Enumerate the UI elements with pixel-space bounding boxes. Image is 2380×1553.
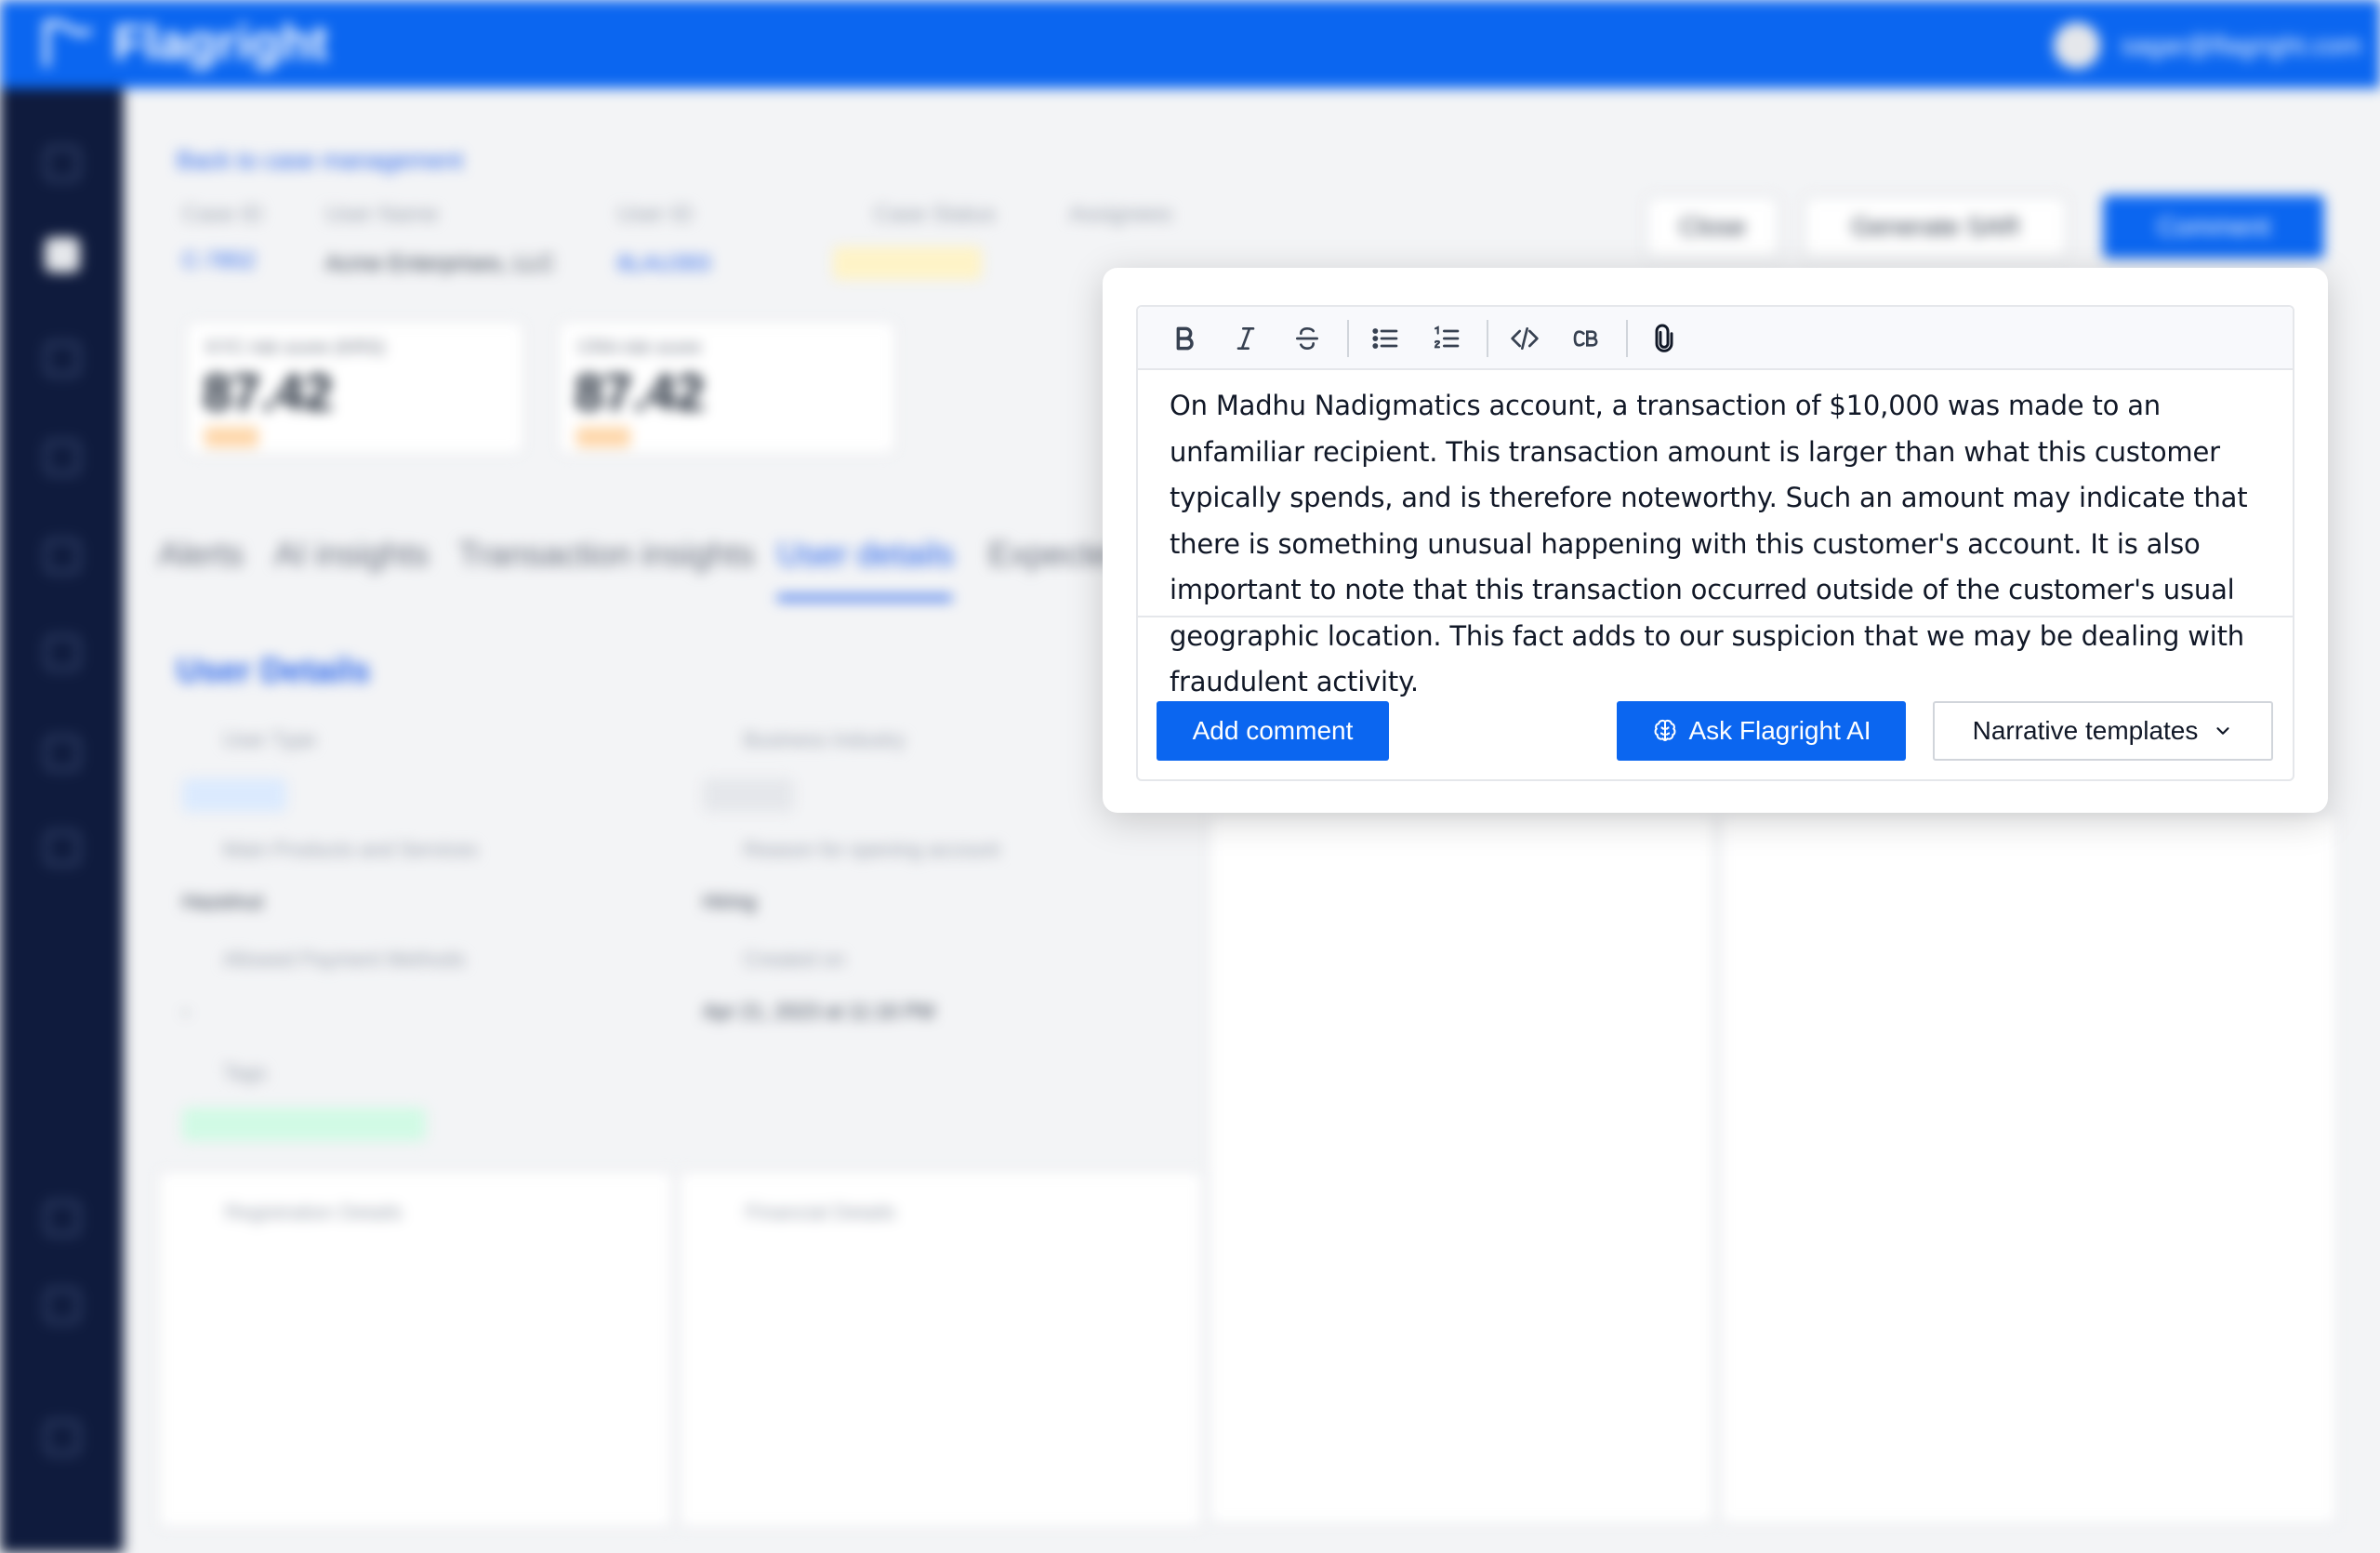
user-type-chip <box>182 778 286 812</box>
users-icon[interactable] <box>45 440 80 475</box>
comment-popup: On Madhu Nadigmatics account, a transact… <box>1103 268 2328 813</box>
registration-panel: Registration Details <box>158 1171 673 1528</box>
toolbar-divider <box>1347 320 1349 357</box>
financial-panel: Financial Details <box>679 1171 1203 1528</box>
panel-title: Registration Details <box>225 1201 403 1224</box>
avatar <box>2054 22 2101 69</box>
rules-icon[interactable] <box>45 341 80 377</box>
chart-icon[interactable] <box>45 736 80 771</box>
address-panel <box>1720 814 2337 1524</box>
bold-icon[interactable] <box>1166 320 1203 357</box>
brand-logo[interactable]: Flagright <box>37 13 328 73</box>
side-navigation <box>0 88 124 1553</box>
user-name-value: Acme Enterprises, LLC <box>325 251 555 276</box>
close-button[interactable]: Close <box>1646 195 1779 259</box>
generate-sar-button[interactable]: Generate SAR <box>1804 195 2068 259</box>
italic-icon[interactable] <box>1227 320 1264 357</box>
narrative-templates-dropdown[interactable]: Narrative templates <box>1933 701 2273 761</box>
tab-transaction-insights[interactable]: Transaction insights <box>458 535 755 574</box>
risk-level-badge <box>576 427 630 447</box>
collapse-icon[interactable] <box>45 1420 80 1455</box>
score-value: 87.42 <box>575 363 706 421</box>
case-status-label: Case Status <box>874 202 996 227</box>
toolbar-divider <box>1487 320 1488 357</box>
kyc-score-card: KYC risk score (KRS) 87.42 <box>186 321 524 455</box>
field-value: Hazelnut <box>182 890 263 913</box>
field-label: Reason for opening account <box>744 838 1000 861</box>
flagright-logo-icon <box>44 20 93 67</box>
comment-button[interactable]: Comment <box>2103 195 2324 259</box>
case-id-value[interactable]: C-7852 <box>182 248 256 274</box>
user-id-value[interactable]: 8LAU393 <box>617 251 710 277</box>
settings-icon[interactable] <box>45 830 80 866</box>
user-name-label: User Name <box>325 202 439 227</box>
ask-flagright-ai-button[interactable]: Ask Flagright AI <box>1617 701 1906 761</box>
case-id-label: Case ID <box>182 202 263 227</box>
toolbar-divider <box>1626 320 1628 357</box>
assignees-label: Assignees <box>1069 202 1172 227</box>
field-value: - <box>182 1000 190 1023</box>
contact-panel <box>1209 814 1714 1524</box>
help-icon[interactable] <box>45 1201 80 1236</box>
brain-icon <box>1654 719 1676 741</box>
docs-icon[interactable] <box>45 1288 80 1323</box>
section-title: User Details <box>177 651 371 689</box>
list-icon[interactable] <box>45 635 80 670</box>
panel-title: Financial Details <box>746 1201 896 1224</box>
status-badge <box>833 246 982 280</box>
tab-user-details[interactable]: User details <box>777 535 954 574</box>
code-block-icon[interactable] <box>1567 320 1605 357</box>
add-comment-button[interactable]: Add comment <box>1157 701 1389 761</box>
code-icon[interactable] <box>1506 320 1543 357</box>
field-label: Allowed Payment Methods <box>223 948 466 971</box>
field-value: Hiring <box>703 890 757 913</box>
risk-level-badge <box>205 427 258 447</box>
field-label: Created on <box>744 948 845 971</box>
bullet-list-icon[interactable] <box>1367 320 1404 357</box>
back-link[interactable]: Back to case management <box>177 146 463 175</box>
brand-name: Flagright <box>113 15 328 71</box>
comment-body[interactable]: On Madhu Nadigmatics account, a transact… <box>1170 383 2267 706</box>
score-title: CRA risk score <box>578 338 702 358</box>
active-tab-indicator <box>777 595 952 601</box>
user-menu[interactable]: sagar@flagright.com <box>2054 22 2361 69</box>
attachment-icon[interactable] <box>1646 320 1683 357</box>
ask-ai-label: Ask Flagright AI <box>1688 716 1871 745</box>
field-label: Tags <box>223 1061 267 1084</box>
editor-footer-divider <box>1138 616 2293 617</box>
cra-score-card: CRA risk score 87.42 <box>558 321 896 455</box>
score-title: KYC risk score (KRS) <box>206 338 386 358</box>
tab-ai-insights[interactable]: AI insights <box>274 535 429 574</box>
field-value: Apr 21, 2023 at 11:16 PM <box>703 1000 935 1023</box>
user-email: sagar@flagright.com <box>2121 31 2361 60</box>
user-id-label: User ID <box>617 202 694 227</box>
strikethrough-icon[interactable] <box>1289 320 1326 357</box>
tag-chip <box>182 1108 426 1141</box>
home-icon[interactable] <box>45 146 80 181</box>
score-value: 87.42 <box>203 363 334 421</box>
editor-toolbar <box>1138 307 2293 370</box>
field-label: Business Industry <box>744 728 906 751</box>
search-icon[interactable] <box>45 538 80 574</box>
flag-icon[interactable] <box>45 237 80 272</box>
tab-alerts[interactable]: Alerts <box>158 535 244 574</box>
field-label: User Type <box>223 728 316 751</box>
chevron-down-icon <box>2216 727 2229 735</box>
industry-chip <box>703 778 794 812</box>
narrative-templates-label: Narrative templates <box>1972 716 2199 745</box>
top-bar: Flagright sagar@flagright.com <box>0 0 2380 88</box>
field-label: Main Products and Services <box>223 838 478 861</box>
ordered-list-icon[interactable] <box>1428 320 1465 357</box>
